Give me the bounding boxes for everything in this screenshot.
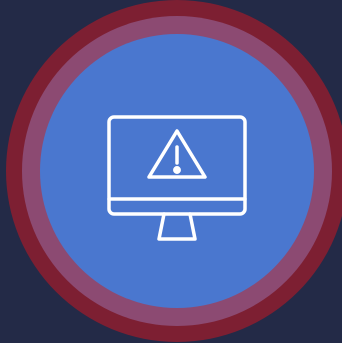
exclamation-dot [173,166,181,174]
warning-illustration [0,0,342,343]
alert-badge [6,0,342,342]
